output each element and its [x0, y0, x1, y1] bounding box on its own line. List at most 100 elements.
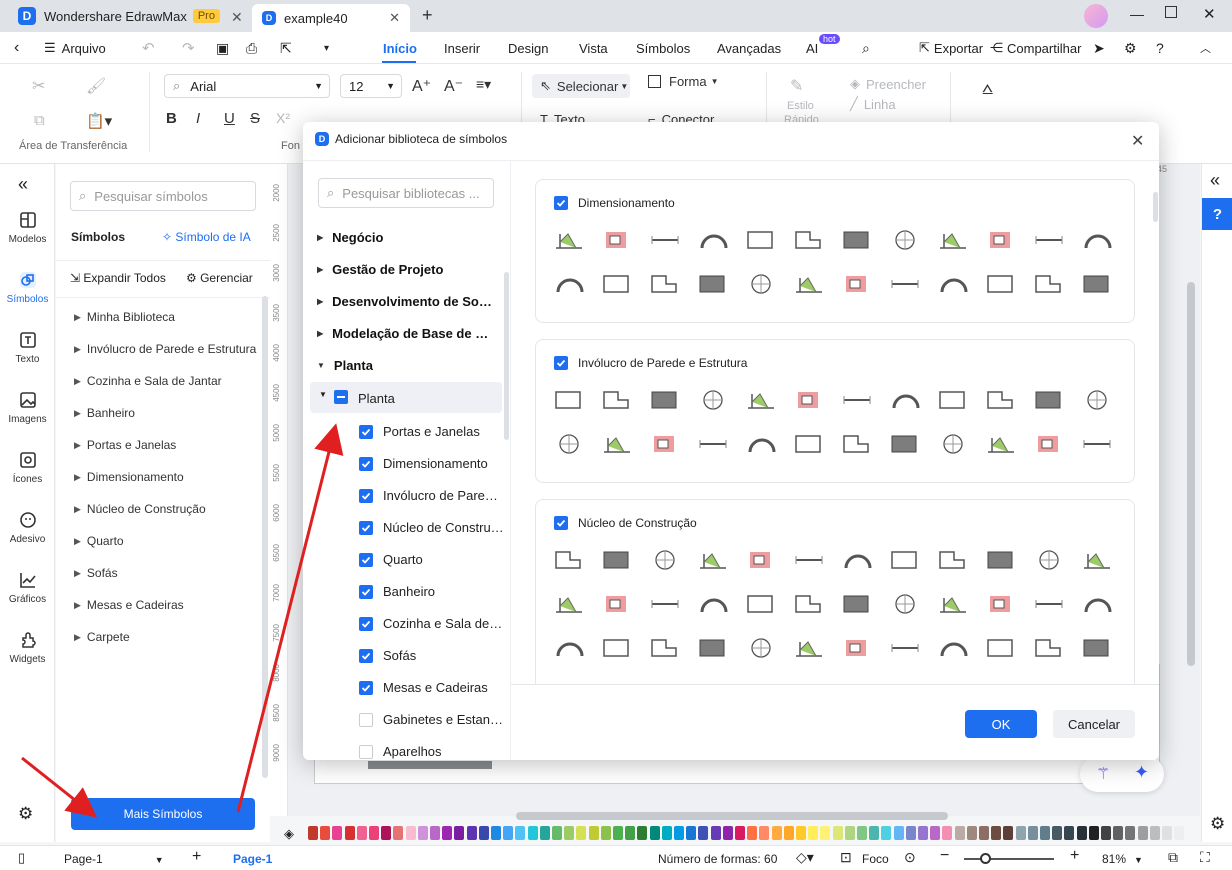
- category-item[interactable]: ▶ Desenvolvimento de Software: [317, 294, 495, 309]
- symbol-thumbnail[interactable]: [934, 428, 972, 460]
- color-swatch[interactable]: [771, 826, 782, 840]
- tab-ai[interactable]: AI: [806, 32, 818, 64]
- share-button[interactable]: ⋲ Compartilhar: [990, 32, 1081, 64]
- library-item[interactable]: ▶ Invólucro de Parede e Estrutura: [74, 342, 256, 356]
- symbol-thumbnail[interactable]: [598, 632, 636, 664]
- page-select[interactable]: Page-1 ▼: [64, 852, 164, 866]
- tab-inserir[interactable]: Inserir: [444, 32, 480, 64]
- color-swatch[interactable]: [918, 826, 928, 840]
- expand-all-button[interactable]: ⇲ Expandir Todos: [70, 271, 166, 285]
- library-item[interactable]: ▶ Minha Biblioteca: [74, 310, 175, 324]
- symbol-thumbnail[interactable]: [550, 544, 588, 576]
- color-swatch[interactable]: [320, 826, 331, 840]
- symbol-thumbnail[interactable]: [598, 268, 636, 300]
- color-swatch[interactable]: [344, 826, 355, 840]
- cancel-button[interactable]: Cancelar: [1053, 710, 1135, 738]
- color-swatch[interactable]: [979, 826, 989, 840]
- color-swatch[interactable]: [466, 826, 477, 840]
- symbol-thumbnail[interactable]: [886, 428, 924, 460]
- settings-gear-icon[interactable]: ⚙: [18, 804, 33, 824]
- color-swatch[interactable]: [454, 826, 465, 840]
- symbol-thumbnail[interactable]: [838, 384, 876, 416]
- color-swatch[interactable]: [625, 826, 636, 840]
- color-swatch[interactable]: [1003, 826, 1014, 840]
- search-icon[interactable]: ⌕: [862, 32, 870, 64]
- symbol-thumbnail[interactable]: [646, 632, 684, 664]
- underline-icon[interactable]: U: [224, 110, 235, 127]
- back-icon[interactable]: ‹: [14, 32, 19, 64]
- symbol-thumbnail[interactable]: [646, 268, 684, 300]
- symbol-thumbnail[interactable]: [982, 588, 1020, 620]
- zoom-level[interactable]: 81% ▼: [1102, 852, 1143, 866]
- library-checkbox-item[interactable]: Portas e Janelas: [359, 424, 505, 439]
- paste-icon[interactable]: 📋▾: [86, 112, 112, 130]
- color-swatch[interactable]: [698, 826, 709, 840]
- color-swatch[interactable]: [430, 826, 440, 840]
- symbol-thumbnail[interactable]: [838, 632, 876, 664]
- shape-tool[interactable]: Forma ▼: [648, 74, 718, 89]
- color-swatch[interactable]: [332, 826, 343, 840]
- symbol-thumbnail[interactable]: [646, 588, 684, 620]
- symbol-thumbnail[interactable]: [934, 544, 972, 576]
- symbol-thumbnail[interactable]: [742, 268, 780, 300]
- page-layout-icon[interactable]: ▯: [18, 850, 25, 866]
- library-checkbox-item[interactable]: Mesas e Cadeiras: [359, 680, 505, 695]
- symbol-thumbnail[interactable]: [790, 384, 828, 416]
- symbol-thumbnail[interactable]: [550, 428, 588, 460]
- color-swatch[interactable]: [674, 826, 684, 840]
- focus-icon[interactable]: ⊡: [840, 849, 852, 866]
- color-swatch[interactable]: [881, 826, 892, 840]
- symbol-thumbnail[interactable]: [550, 588, 588, 620]
- italic-icon[interactable]: I: [196, 110, 200, 127]
- symbol-thumbnail[interactable]: [982, 428, 1020, 460]
- sidebar-item-simbolos[interactable]: Símbolos: [0, 270, 55, 305]
- library-checkbox-item[interactable]: Banheiro: [359, 584, 505, 599]
- increase-font-icon[interactable]: A⁺: [412, 76, 431, 96]
- symbol-thumbnail[interactable]: [598, 588, 636, 620]
- category-item[interactable]: ▶ Gestão de Projeto: [317, 262, 495, 277]
- symbol-thumbnail[interactable]: [934, 384, 972, 416]
- color-swatch[interactable]: [735, 826, 745, 840]
- symbol-thumbnail[interactable]: [646, 224, 684, 256]
- color-swatch[interactable]: [576, 826, 587, 840]
- symbol-thumbnail[interactable]: [886, 268, 924, 300]
- manage-button[interactable]: ⚙ Gerenciar: [186, 271, 253, 285]
- symbol-thumbnail[interactable]: [550, 268, 588, 300]
- save-icon[interactable]: ▣: [216, 32, 229, 64]
- close-dialog-icon[interactable]: ✕: [1131, 131, 1144, 151]
- symbol-thumbnail[interactable]: [838, 224, 876, 256]
- color-swatch[interactable]: [1027, 826, 1038, 840]
- color-swatch[interactable]: [1162, 826, 1172, 840]
- symbol-thumbnail[interactable]: [1030, 224, 1068, 256]
- symbol-thumbnail[interactable]: [1078, 544, 1116, 576]
- symbol-thumbnail[interactable]: [790, 428, 828, 460]
- redo-icon[interactable]: ↷: [182, 32, 195, 64]
- symbol-thumbnail[interactable]: [934, 224, 972, 256]
- fill-bucket-icon[interactable]: ◈: [284, 826, 294, 842]
- symbol-thumbnail[interactable]: [694, 588, 732, 620]
- symbol-thumbnail[interactable]: [1078, 384, 1116, 416]
- color-swatch[interactable]: [1040, 826, 1050, 840]
- color-swatch[interactable]: [393, 826, 404, 840]
- help-icon[interactable]: ?: [1156, 32, 1164, 64]
- library-item[interactable]: ▶ Núcleo de Construção: [74, 502, 206, 516]
- document-tab[interactable]: D example40 ✕: [252, 4, 410, 32]
- color-swatch[interactable]: [820, 826, 831, 840]
- symbol-thumbnail[interactable]: [982, 384, 1020, 416]
- color-swatch[interactable]: [759, 826, 770, 840]
- library-item[interactable]: ▶ Sofás: [74, 566, 118, 580]
- section-title[interactable]: Dimensionamento: [554, 196, 675, 210]
- library-checkbox-item[interactable]: Aparelhos: [359, 744, 505, 759]
- color-swatch[interactable]: [1125, 826, 1136, 840]
- color-swatch[interactable]: [942, 826, 953, 840]
- magic-wand-icon[interactable]: ⚚: [1096, 764, 1110, 784]
- color-swatch[interactable]: [588, 826, 599, 840]
- color-swatch[interactable]: [710, 826, 721, 840]
- page-tab[interactable]: Page-1: [233, 852, 272, 866]
- symbol-thumbnail[interactable]: [742, 544, 780, 576]
- symbol-thumbnail[interactable]: [694, 224, 732, 256]
- ok-button[interactable]: OK: [965, 710, 1037, 738]
- symbol-thumbnail[interactable]: [598, 224, 636, 256]
- symbol-thumbnail[interactable]: [1078, 428, 1116, 460]
- fill-tool[interactable]: ◈ Preencher: [850, 76, 926, 92]
